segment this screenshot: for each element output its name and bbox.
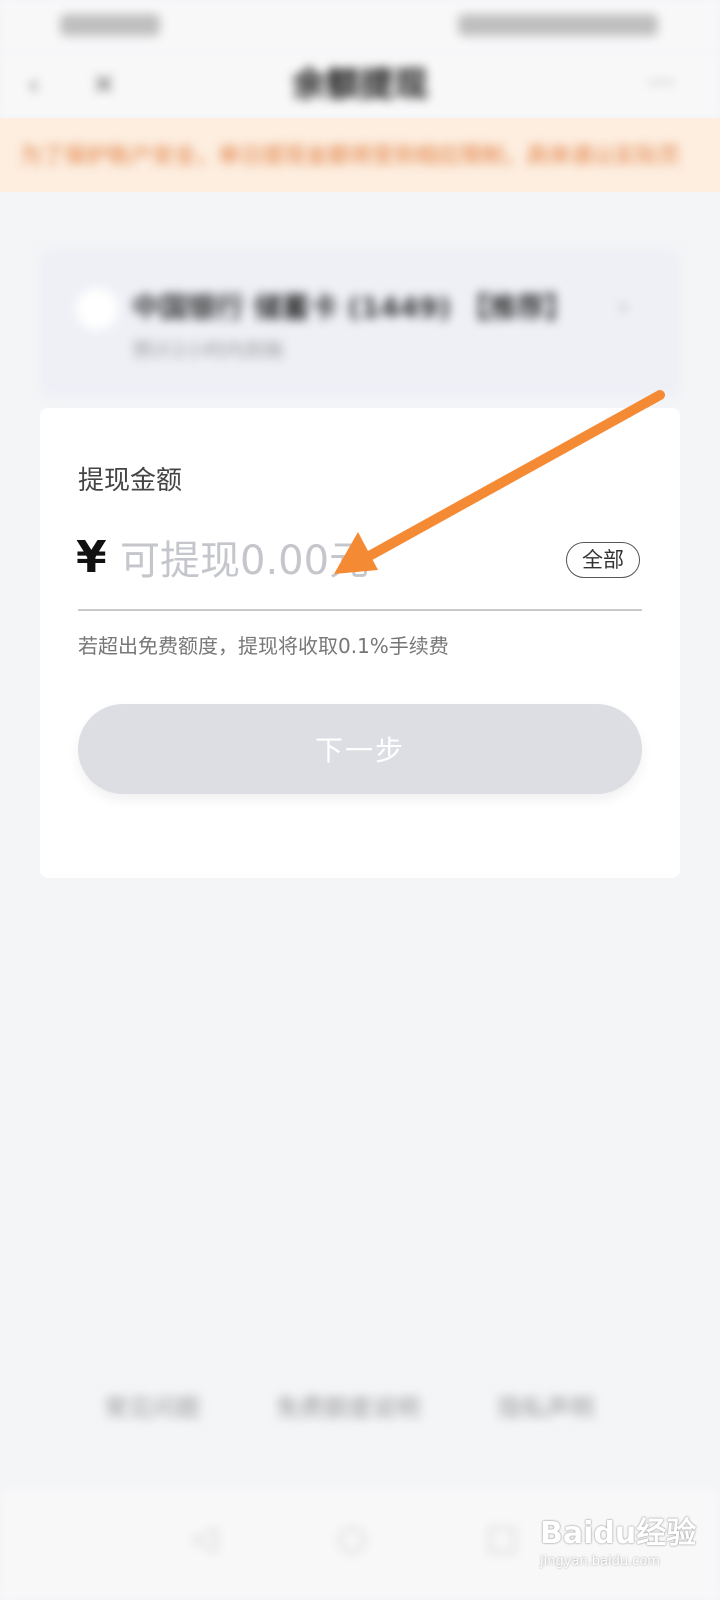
system-home-icon[interactable]: ○ <box>332 1518 372 1558</box>
signal-icon <box>60 14 160 36</box>
amount-input[interactable] <box>120 532 510 590</box>
input-divider <box>78 609 642 611</box>
battery-icon <box>458 14 658 36</box>
watermark-logo: Baidu经验 <box>540 1516 697 1551</box>
watermark-url: jingyan.baidu.com <box>540 1554 660 1569</box>
nav-bar: ‹ ✕ 余额提现 ··· <box>0 52 720 118</box>
system-back-icon[interactable]: ◁ <box>184 1518 224 1558</box>
footer-links: 常见问题 免费额度说明 隐私声明 <box>0 1378 720 1428</box>
footer-link-privacy[interactable]: 隐私声明 <box>498 1388 594 1423</box>
page-title: 余额提现 <box>292 65 428 105</box>
status-bar <box>0 0 720 52</box>
withdraw-form-card: 提现金额 ¥ 全部 若超出免费额度，提现将收取0.1%手续费 下一步 <box>40 408 680 878</box>
footer-link-free-quota[interactable]: 免费额度说明 <box>276 1388 420 1423</box>
withdraw-amount-label: 提现金额 <box>78 466 183 496</box>
footer-link-faq[interactable]: 常见问题 <box>104 1388 200 1423</box>
more-icon[interactable]: ··· <box>648 66 675 99</box>
next-step-button[interactable]: 下一步 <box>78 704 642 794</box>
fee-hint: 若超出免费额度，提现将收取0.1%手续费 <box>78 634 449 658</box>
chevron-left-icon[interactable]: ‹ <box>28 70 58 100</box>
baidu-watermark: Baidu经验 jingyan.baidu.com <box>540 1490 710 1590</box>
withdraw-all-button[interactable]: 全部 <box>566 542 640 578</box>
bank-card-selector[interactable]: 中国银行 储蓄卡 (1449) 【推荐】 预计2小时内到账 › <box>40 248 680 398</box>
bank-card-name: 中国银行 储蓄卡 (1449) 【推荐】 <box>132 291 573 324</box>
notice-banner: 为了保护账户安全，单日提现金额将受到相应限制，具体请以实际页面为准 <box>0 118 720 192</box>
bank-card-subtext: 预计2小时内到账 <box>132 338 285 362</box>
notice-text: 为了保护账户安全，单日提现金额将受到相应限制，具体请以实际页面为准 <box>20 144 680 169</box>
close-icon[interactable]: ✕ <box>92 70 122 100</box>
system-recents-icon[interactable]: □ <box>482 1518 522 1558</box>
chevron-right-icon: › <box>618 292 629 322</box>
currency-symbol: ¥ <box>76 532 107 583</box>
bank-logo-icon <box>76 288 118 330</box>
